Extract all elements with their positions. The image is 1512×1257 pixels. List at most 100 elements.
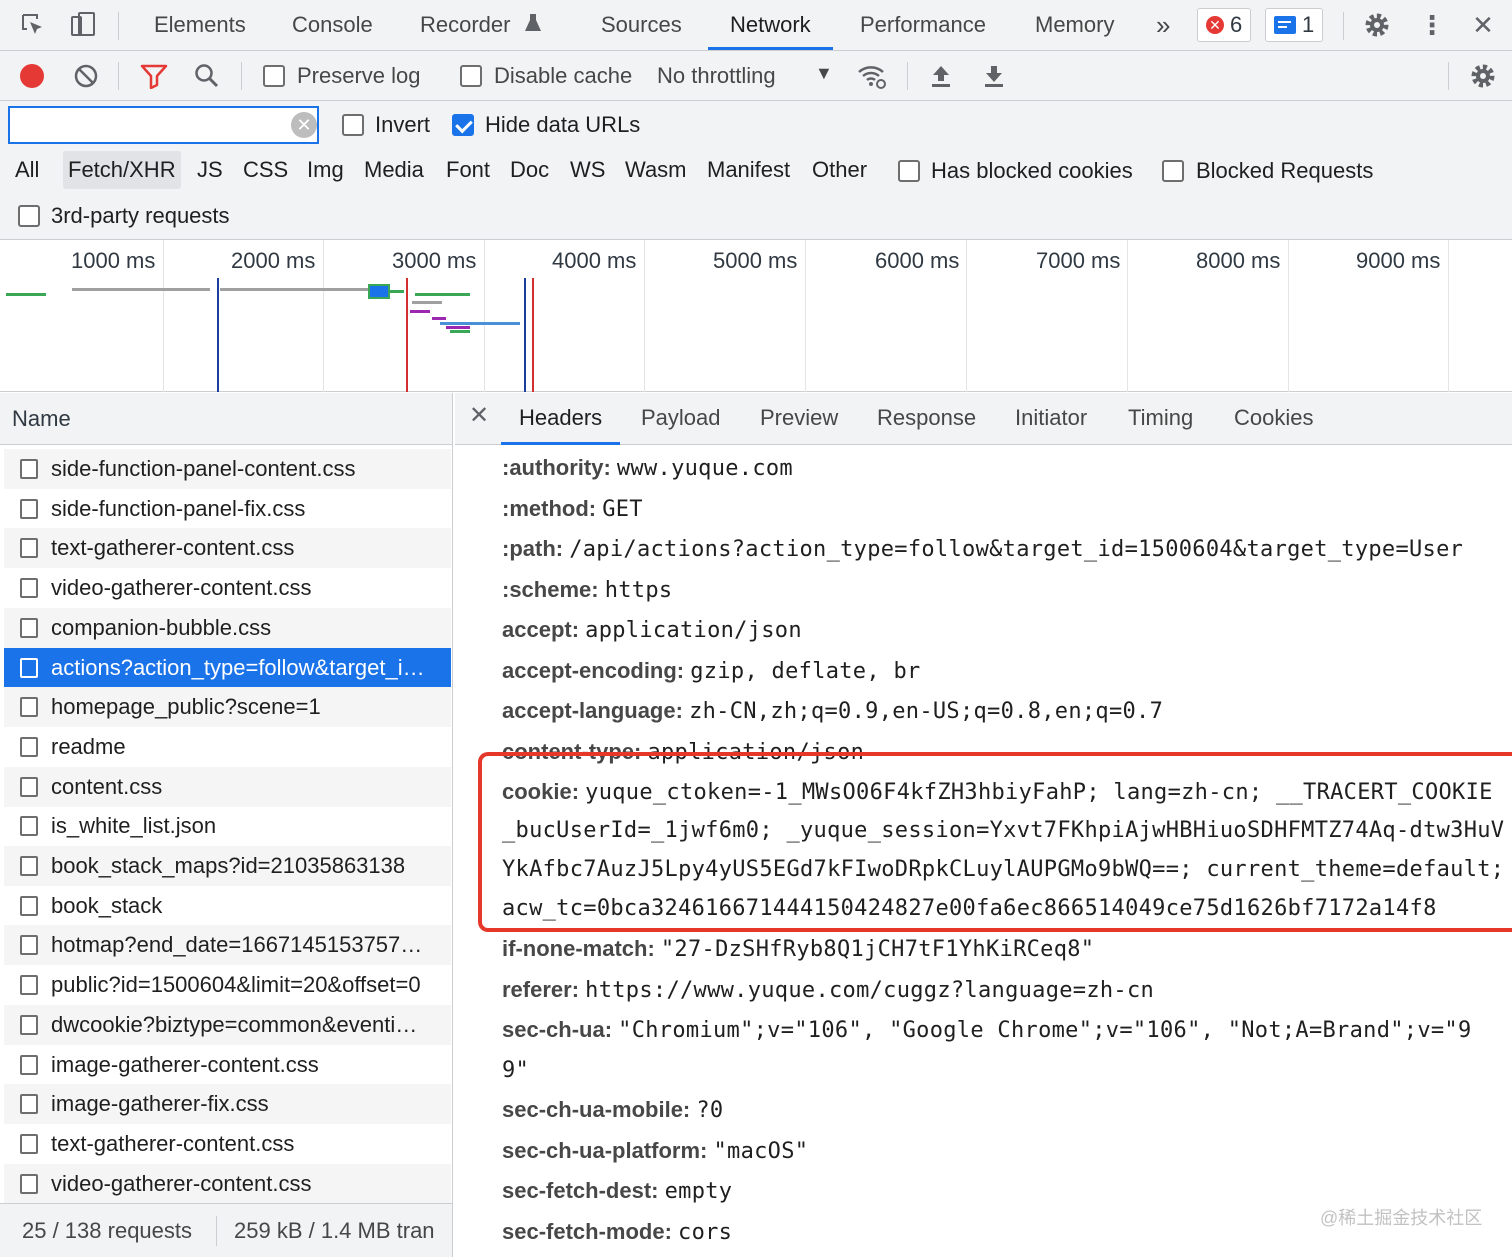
- settings-gear-icon[interactable]: [1362, 10, 1392, 40]
- throttling-select[interactable]: No throttling: [657, 63, 776, 89]
- tab-recorder[interactable]: Recorder: [420, 0, 510, 50]
- type-filter-img[interactable]: Img: [302, 151, 349, 189]
- request-row[interactable]: companion-bubble.css: [4, 607, 451, 648]
- clear-filter-icon[interactable]: ✕: [291, 112, 317, 138]
- header-value[interactable]: application/json: [585, 618, 802, 643]
- device-toolbar-icon[interactable]: [68, 10, 98, 40]
- type-filter-all[interactable]: All: [10, 151, 44, 189]
- request-row-checkbox[interactable]: [20, 697, 38, 718]
- hide-data-urls-checkbox[interactable]: [452, 114, 474, 136]
- type-filter-ws[interactable]: WS: [565, 151, 610, 189]
- tab-network[interactable]: Network: [708, 0, 833, 50]
- request-row[interactable]: image-gatherer-content.css: [4, 1045, 451, 1085]
- request-row[interactable]: book_stack_maps?id=21035863138: [4, 846, 451, 886]
- request-row-checkbox[interactable]: [20, 895, 38, 916]
- tab-sources[interactable]: Sources: [601, 0, 682, 50]
- request-row-checkbox[interactable]: [20, 1054, 38, 1075]
- blocked-requests-checkbox[interactable]: [1162, 160, 1184, 182]
- close-detail-icon[interactable]: ✕: [469, 401, 489, 430]
- header-value[interactable]: "macOS": [713, 1139, 808, 1164]
- third-party-requests-checkbox[interactable]: [18, 205, 40, 227]
- request-row[interactable]: video-gatherer-content.css: [4, 1163, 451, 1204]
- clear-log-icon[interactable]: [70, 60, 102, 92]
- header-value[interactable]: 9": [502, 1058, 529, 1083]
- request-row[interactable]: homepage_public?scene=1: [4, 687, 451, 728]
- request-row-checkbox[interactable]: [20, 459, 38, 479]
- request-row-checkbox[interactable]: [20, 578, 38, 599]
- network-conditions-wifi-icon[interactable]: [856, 60, 888, 92]
- request-row[interactable]: dwcookie?biztype=common&eventi…: [4, 1004, 451, 1045]
- record-icon[interactable]: [16, 60, 48, 92]
- cookie-value-continuation[interactable]: acw_tc=0bca324616671444150424827e00fa6ec…: [502, 896, 1437, 921]
- filter-funnel-icon[interactable]: [138, 60, 170, 92]
- request-row[interactable]: text-gatherer-content.css: [4, 1124, 451, 1164]
- request-row-checkbox[interactable]: [20, 1133, 38, 1154]
- header-value[interactable]: https://www.yuque.com/cuggz?language=zh-…: [585, 978, 1154, 1003]
- request-row-checkbox[interactable]: [20, 1173, 38, 1194]
- request-row-checkbox[interactable]: [20, 816, 38, 837]
- tab-console[interactable]: Console: [292, 0, 373, 50]
- search-icon[interactable]: [191, 60, 223, 92]
- more-options-kebab-icon[interactable]: ⋮: [1417, 10, 1447, 40]
- header-value[interactable]: GET: [602, 497, 643, 522]
- request-row-checkbox[interactable]: [20, 856, 38, 876]
- name-column-header[interactable]: Name: [0, 393, 452, 445]
- header-value[interactable]: https: [605, 578, 673, 603]
- request-row[interactable]: text-gatherer-content.css: [4, 528, 451, 569]
- header-value[interactable]: "Chromium";v="106", "Google Chrome";v="1…: [618, 1018, 1471, 1043]
- header-value[interactable]: /api/actions?action_type=follow&target_i…: [569, 537, 1463, 562]
- disable-cache-checkbox[interactable]: [460, 65, 482, 87]
- request-row-checkbox[interactable]: [20, 1014, 38, 1035]
- request-row-checkbox[interactable]: [20, 538, 38, 559]
- messages-badge[interactable]: 1: [1265, 8, 1324, 42]
- request-row[interactable]: book_stack: [4, 886, 451, 926]
- header-value[interactable]: "27-DzSHfRyb8Q1jCH7tF1YhKiRCeq8": [661, 937, 1094, 962]
- request-row-checkbox[interactable]: [20, 498, 38, 519]
- invert-checkbox[interactable]: [342, 114, 364, 136]
- request-row-checkbox[interactable]: [20, 657, 38, 678]
- type-filter-fetch-xhr[interactable]: Fetch/XHR: [63, 151, 181, 189]
- request-row-checkbox[interactable]: [20, 736, 38, 757]
- header-value[interactable]: cors: [678, 1220, 732, 1245]
- tab-performance[interactable]: Performance: [860, 0, 986, 50]
- request-row-checkbox[interactable]: [20, 776, 38, 797]
- header-value[interactable]: gzip, deflate, br: [690, 659, 920, 684]
- header-value[interactable]: ?0: [696, 1098, 723, 1123]
- tab-preview[interactable]: Preview: [760, 393, 838, 445]
- request-row-checkbox[interactable]: [20, 935, 38, 956]
- errors-badge[interactable]: ✕ 6: [1197, 8, 1252, 42]
- network-overview-timeline[interactable]: 1000 ms 2000 ms 3000 ms 4000 ms 5000 ms …: [0, 240, 1512, 392]
- request-row-checkbox[interactable]: [20, 617, 38, 638]
- type-filter-js[interactable]: JS: [192, 151, 228, 189]
- has-blocked-cookies-checkbox[interactable]: [898, 160, 920, 182]
- throttling-dropdown-icon[interactable]: ▼: [815, 63, 833, 84]
- cookie-value[interactable]: yuque_ctoken=-1_MWsO06F4kfZH3hbiyFahP; l…: [585, 780, 1493, 805]
- request-row-checkbox[interactable]: [20, 1094, 38, 1115]
- cookie-value-continuation[interactable]: _bucUserId=_1jwf6m0; _yuque_session=Yxvt…: [502, 818, 1504, 843]
- tab-timing[interactable]: Timing: [1128, 393, 1193, 445]
- header-value[interactable]: application/json: [647, 740, 864, 765]
- request-row[interactable]: hotmap?end_date=1667145153757…: [4, 925, 451, 966]
- request-row[interactable]: image-gatherer-fix.css: [4, 1084, 451, 1125]
- inspect-element-icon[interactable]: [18, 10, 48, 40]
- request-row[interactable]: content.css: [4, 766, 451, 807]
- request-row[interactable]: readme: [4, 727, 451, 767]
- request-row[interactable]: is_white_list.json: [4, 806, 451, 846]
- header-value[interactable]: www.yuque.com: [617, 456, 793, 481]
- type-filter-media[interactable]: Media: [359, 151, 429, 189]
- tab-cookies[interactable]: Cookies: [1234, 393, 1313, 445]
- request-row[interactable]: actions?action_type=follow&target_i…: [4, 647, 451, 688]
- request-row[interactable]: video-gatherer-content.css: [4, 568, 451, 608]
- tab-payload[interactable]: Payload: [641, 393, 721, 445]
- close-devtools-icon[interactable]: ✕: [1468, 10, 1498, 40]
- header-value[interactable]: zh-CN,zh;q=0.9,en-US;q=0.8,en;q=0.7: [689, 699, 1163, 724]
- type-filter-css[interactable]: CSS: [238, 151, 293, 189]
- tab-initiator[interactable]: Initiator: [1015, 393, 1087, 445]
- header-value[interactable]: empty: [665, 1179, 733, 1204]
- tab-headers[interactable]: Headers: [500, 393, 621, 445]
- network-settings-gear-icon[interactable]: [1467, 60, 1499, 92]
- preserve-log-checkbox[interactable]: [263, 65, 285, 87]
- cookie-value-continuation[interactable]: YkAfbc7AuzJ5Lpy4yUS5EGd7kFIwoDRpkCLuylAU…: [502, 857, 1504, 882]
- request-row[interactable]: side-function-panel-fix.css: [4, 489, 451, 529]
- type-filter-font[interactable]: Font: [441, 151, 495, 189]
